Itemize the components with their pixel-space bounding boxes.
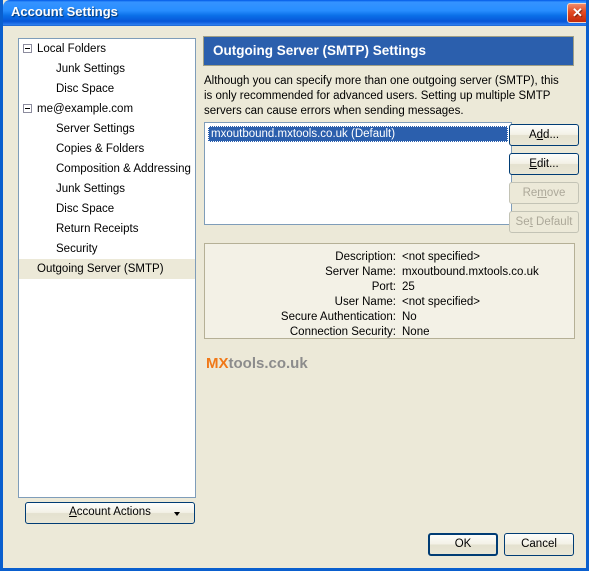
account-tree[interactable]: Local Folders Junk Settings Disc Space m… (18, 38, 196, 498)
edit-button-mnemonic: E (529, 158, 537, 170)
tree-item-local-folders[interactable]: Local Folders (19, 39, 195, 59)
tree-item-composition-addressing[interactable]: Composition & Addressing (19, 159, 195, 179)
account-actions-mnemonic: A (69, 506, 77, 518)
close-icon[interactable]: ✕ (567, 3, 586, 23)
remove-button-mnemonic: m (537, 187, 547, 199)
close-glyph: ✕ (572, 5, 583, 20)
tree-item-account-email[interactable]: me@example.com (19, 99, 195, 119)
tree-item-copies-folders[interactable]: Copies & Folders (19, 139, 195, 159)
detail-value: 25 (402, 281, 415, 293)
tree-item-label: Return Receipts (56, 223, 139, 235)
ok-button[interactable]: OK (428, 533, 498, 556)
account-actions-button[interactable]: Account Actions (25, 502, 195, 524)
tree-item-label: Server Settings (56, 123, 135, 135)
window-title: Account Settings (11, 4, 118, 19)
set-default-button: Set Default (509, 211, 579, 233)
tree-item-label: Disc Space (56, 83, 115, 95)
detail-label: Port: (371, 281, 396, 293)
detail-value: mxoutbound.mxtools.co.uk (402, 266, 539, 278)
tree-item-disc-space-account[interactable]: Disc Space (19, 199, 195, 219)
tree-item-return-receipts[interactable]: Return Receipts (19, 219, 195, 239)
detail-row-server-name: Server Name: mxoutbound.mxtools.co.uk (205, 265, 574, 280)
detail-value: <not specified> (402, 251, 481, 263)
set-default-button-rest: Default (532, 216, 573, 228)
account-actions-label: Account Actions (26, 506, 194, 518)
tree-item-label: Local Folders (37, 43, 107, 55)
tree-item-label: Disc Space (56, 203, 115, 215)
tree-item-label: Outgoing Server (SMTP) (37, 263, 164, 275)
account-settings-dialog: Account Settings ✕ Local Folders Junk Se… (0, 0, 589, 571)
tree-item-server-settings[interactable]: Server Settings (19, 119, 195, 139)
watermark-tools: tools.co.uk (228, 355, 308, 372)
pane-description: Although you can specify more than one o… (204, 75, 559, 117)
remove-button-rest: ove (546, 187, 566, 199)
tree-item-label: me@example.com (37, 103, 134, 115)
watermark-mx: MX (206, 355, 229, 372)
detail-label: Connection Security: (289, 326, 396, 338)
account-actions-rest: ccount Actions (76, 506, 151, 518)
remove-button: Remove (509, 182, 579, 204)
detail-label: Server Name: (325, 266, 396, 278)
tree-item-security[interactable]: Security (19, 239, 195, 259)
detail-label: User Name: (334, 296, 396, 308)
detail-row-user-name: User Name: <not specified> (205, 295, 574, 310)
detail-row-secure-authentication: Secure Authentication: No (205, 310, 574, 325)
tree-item-junk-settings-account[interactable]: Junk Settings (19, 179, 195, 199)
remove-button-prefix: Re (522, 187, 538, 199)
mxtools-watermark: MXtools.co.uk (206, 355, 308, 372)
minus-box-icon[interactable] (23, 44, 32, 53)
tree-item-label: Composition & Addressing (56, 163, 191, 175)
detail-value: <not specified> (402, 296, 481, 308)
server-details-panel: Description: <not specified> Server Name… (204, 243, 575, 339)
edit-button[interactable]: Edit... (509, 153, 579, 175)
tree-item-outgoing-server-smtp[interactable]: Outgoing Server (SMTP) (19, 259, 195, 279)
tree-item-label: Copies & Folders (56, 143, 145, 155)
detail-label: Secure Authentication: (280, 311, 396, 323)
detail-label: Description: (335, 251, 396, 263)
page-title: Outgoing Server (SMTP) Settings (213, 43, 427, 58)
detail-value: None (402, 326, 430, 338)
tree-item-label: Security (56, 243, 98, 255)
list-item[interactable]: mxoutbound.mxtools.co.uk (Default) (208, 126, 508, 142)
set-default-button-prefix: Se (515, 216, 530, 228)
detail-row-connection-security: Connection Security: None (205, 325, 574, 340)
add-button-prefix: A (528, 129, 537, 141)
minus-box-icon[interactable] (23, 104, 32, 113)
detail-value: No (402, 311, 417, 323)
chevron-down-icon (174, 512, 180, 516)
tree-item-label: Junk Settings (56, 183, 126, 195)
tree-item-junk-settings-local[interactable]: Junk Settings (19, 59, 195, 79)
edit-button-rest: dit... (536, 158, 559, 170)
detail-row-port: Port: 25 (205, 280, 574, 295)
title-bar: Account Settings ✕ (3, 0, 586, 26)
tree-item-disc-space-local[interactable]: Disc Space (19, 79, 195, 99)
detail-row-description: Description: <not specified> (205, 250, 574, 265)
cancel-button[interactable]: Cancel (504, 533, 574, 556)
add-button-rest: d... (543, 129, 560, 141)
smtp-server-list[interactable]: mxoutbound.mxtools.co.uk (Default) (204, 122, 512, 225)
smtp-settings-pane: Outgoing Server (SMTP) Settings Although… (203, 36, 579, 524)
pane-header: Outgoing Server (SMTP) Settings (203, 36, 574, 66)
add-button[interactable]: Add... (509, 124, 579, 146)
tree-item-label: Junk Settings (56, 63, 126, 75)
